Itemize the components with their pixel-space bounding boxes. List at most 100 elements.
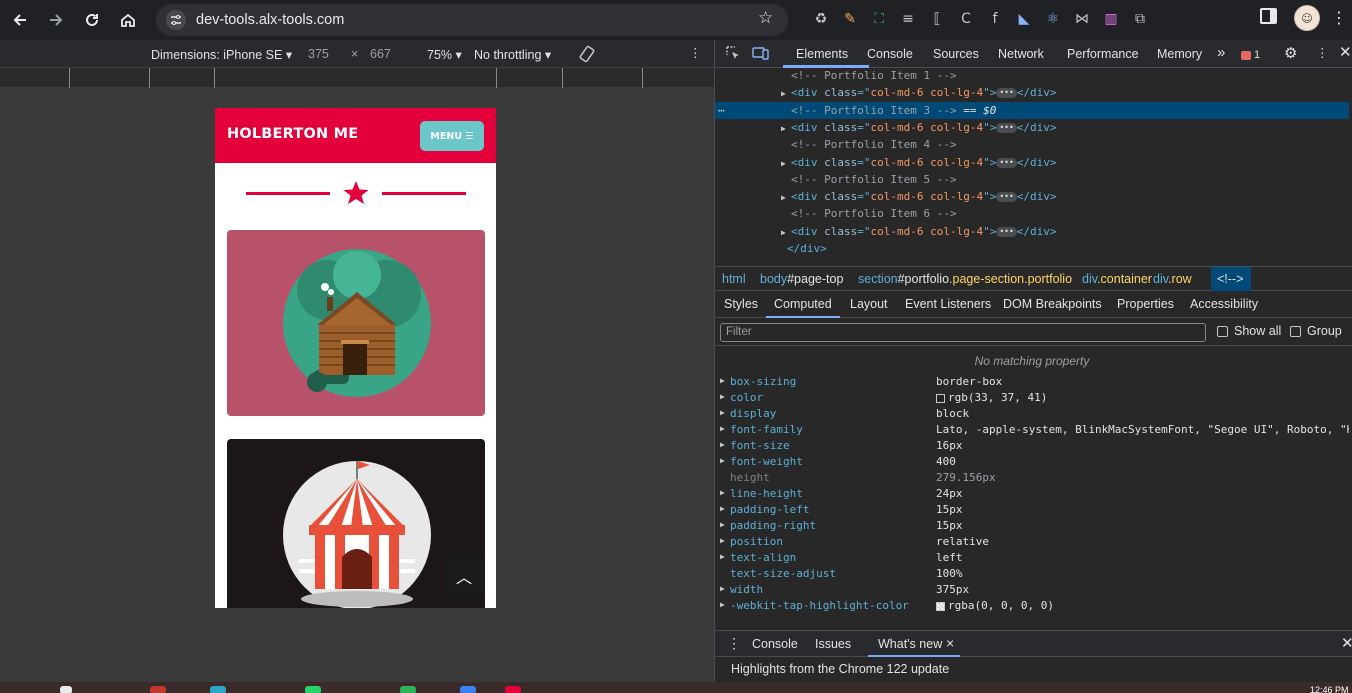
subtab-computed[interactable]: Computed [774,297,832,311]
tab-performance[interactable]: Performance [1067,47,1139,61]
nodes-extension-icon[interactable]: ⋈ [1069,6,1095,32]
expand-arrow-icon[interactable]: ▶ [720,600,725,609]
subtab-layout[interactable]: Layout [850,297,888,311]
scroll-to-top-button[interactable]: ︿ [443,555,485,597]
subtab-event-listeners[interactable]: Event Listeners [905,297,991,311]
expand-arrow-icon[interactable]: ▶ [720,376,725,385]
dom-node-line[interactable]: ▶ <div class="col-md-6 col-lg-4"> ••• </div… [715,84,1349,102]
collapsed-children-icon[interactable]: ••• [996,88,1017,99]
group-checkbox[interactable] [1290,326,1301,337]
back-button[interactable] [2,3,38,37]
subtab-dom-breakpoints[interactable]: DOM Breakpoints [1003,297,1102,311]
expand-arrow-icon[interactable]: ▶ [781,189,791,207]
address-bar[interactable]: dev-tools.alx-tools.com [156,4,788,36]
computed-property-row[interactable]: ▶ font-size 16px [715,439,1349,455]
expand-arrow-icon[interactable]: ▶ [720,504,725,513]
site-settings-icon[interactable] [166,10,186,30]
forward-button[interactable] [38,3,74,37]
tab-sources[interactable]: Sources [933,47,979,61]
drawer-tab-whats-new[interactable]: What's new [878,637,942,651]
expand-arrow-icon[interactable]: ▶ [720,584,725,593]
close-drawer-icon[interactable]: ✕ [1341,634,1352,652]
drawer-tab-console[interactable]: Console [752,637,798,651]
color-swatch-icon[interactable] [936,393,945,403]
expand-arrow-icon[interactable]: ▶ [720,536,725,545]
expand-arrow-icon[interactable]: ▶ [720,488,725,497]
close-devtools-icon[interactable]: ✕ [1339,43,1352,61]
bookmark-star-icon[interactable]: ☆ [758,8,773,28]
width-input[interactable]: 375 [308,47,329,61]
computed-property-row[interactable]: ▶ position relative [715,535,1349,551]
portfolio-item-cabin[interactable] [227,230,485,416]
expand-arrow-icon[interactable]: ▶ [781,155,791,173]
breadcrumb-selected[interactable]: <!--> [1211,267,1251,291]
dom-node-line[interactable]: ▶ <div class="col-md-6 col-lg-4"> ••• </div… [715,119,1349,137]
text-extension-icon[interactable]: ≡ [895,6,921,32]
computed-property-row[interactable]: ▶ box-sizing border-box [715,375,1349,391]
drawer-menu-icon[interactable]: ⋮ [727,635,741,652]
chrome-menu-icon[interactable]: ⋮ [1331,8,1347,27]
subtab-properties[interactable]: Properties [1117,297,1174,311]
close-tab-icon[interactable]: × [946,635,954,651]
height-input[interactable]: 667 [370,47,391,61]
collapsed-children-icon[interactable]: ••• [996,122,1017,133]
expand-arrow-icon[interactable]: ▶ [720,520,725,529]
collapsed-children-icon[interactable]: ••• [996,157,1017,168]
color-swatch-icon[interactable] [936,601,945,611]
url-text[interactable]: dev-tools.alx-tools.com [196,12,344,28]
expand-arrow-icon[interactable]: ▶ [720,424,725,433]
show-all-checkbox[interactable] [1217,326,1228,337]
font-extension-icon[interactable]: f [982,6,1008,32]
settings-gear-icon[interactable]: ⚙ [1284,44,1297,62]
start-icon[interactable] [60,686,72,693]
computed-property-row[interactable]: ▶ display block [715,407,1349,423]
throttling-dropdown[interactable]: No throttling ▾ [474,47,551,62]
profile-avatar[interactable]: ☺ [1294,5,1320,31]
dom-node-line[interactable]: ▶ <div class="col-md-6 col-lg-4"> ••• </div… [715,223,1349,241]
taskbar-app-icon[interactable] [210,686,226,693]
color-picker-extension-icon[interactable]: ✎ [837,6,863,32]
taskbar-app-icon[interactable] [505,686,521,693]
breadcrumb-item[interactable]: section#portfolio.page-section.portfolio [858,272,1072,286]
node-actions-icon[interactable]: ⋯ [718,102,725,120]
expand-arrow-icon[interactable]: ▶ [720,440,725,449]
taskbar-app-icon[interactable] [400,686,416,693]
dom-node-line[interactable]: <!-- Portfolio Item 4 --> [715,136,1349,154]
css-extension-icon[interactable]: C [953,6,979,32]
home-button[interactable] [110,3,146,37]
computed-property-row[interactable]: ▶ padding-left 15px [715,503,1349,519]
computed-property-row[interactable]: ▶ line-height 24px [715,487,1349,503]
breadcrumb-item[interactable]: div.container [1082,272,1152,286]
expand-arrow-icon[interactable]: ▶ [720,408,725,417]
side-panel-icon[interactable] [1260,8,1277,24]
dom-node-line[interactable]: <!-- Portfolio Item 6 --> [715,205,1349,223]
screenshot-extension-icon[interactable]: ⛶ [866,6,892,32]
breadcrumb-item[interactable]: body#page-top [760,272,843,286]
tab-network[interactable]: Network [998,47,1044,61]
expand-arrow-icon[interactable]: ▶ [781,85,791,103]
collapsed-children-icon[interactable]: ••• [996,192,1017,203]
bracket-extension-icon[interactable]: ⟦ [924,6,950,32]
devtools-more-icon[interactable]: ⋮ [1316,45,1329,60]
computed-property-row[interactable]: height 279.156px [715,471,1349,487]
computed-property-row[interactable]: ▶ -webkit-tap-highlight-color rgba(0, 0, 0… [715,599,1349,615]
computed-property-row[interactable]: ▶ font-weight 400 [715,455,1349,471]
device-toggle-icon[interactable] [752,45,770,64]
zoom-dropdown[interactable]: 75% ▾ [427,47,462,62]
chart-extension-icon[interactable]: ▥ [1098,6,1124,32]
expand-arrow-icon[interactable]: ▶ [720,392,725,401]
dom-node-line[interactable]: ▶ <div class="col-md-6 col-lg-4"> ••• </div… [715,188,1349,206]
computed-property-row[interactable]: ▶ color rgb(33, 37, 41) [715,391,1349,407]
tab-console[interactable]: Console [867,47,913,61]
expand-arrow-icon[interactable]: ▶ [720,552,725,561]
device-toolbar-more-icon[interactable]: ⋮ [689,45,702,60]
device-dimensions-dropdown[interactable]: Dimensions: iPhone SE ▾ [151,47,292,62]
dom-node-line[interactable]: ⋯ <!-- Portfolio Item 3 --> == $0 [715,101,1349,120]
taskbar-app-icon[interactable] [460,686,476,693]
breadcrumb-item[interactable]: div.row [1153,272,1192,286]
tab-elements[interactable]: Elements [796,47,848,61]
menu-button[interactable]: MENU ☰ [420,121,484,151]
expand-arrow-icon[interactable]: ▶ [781,120,791,138]
dom-node-line[interactable]: </div> [715,240,1349,258]
taskbar-app-icon[interactable] [150,686,166,693]
